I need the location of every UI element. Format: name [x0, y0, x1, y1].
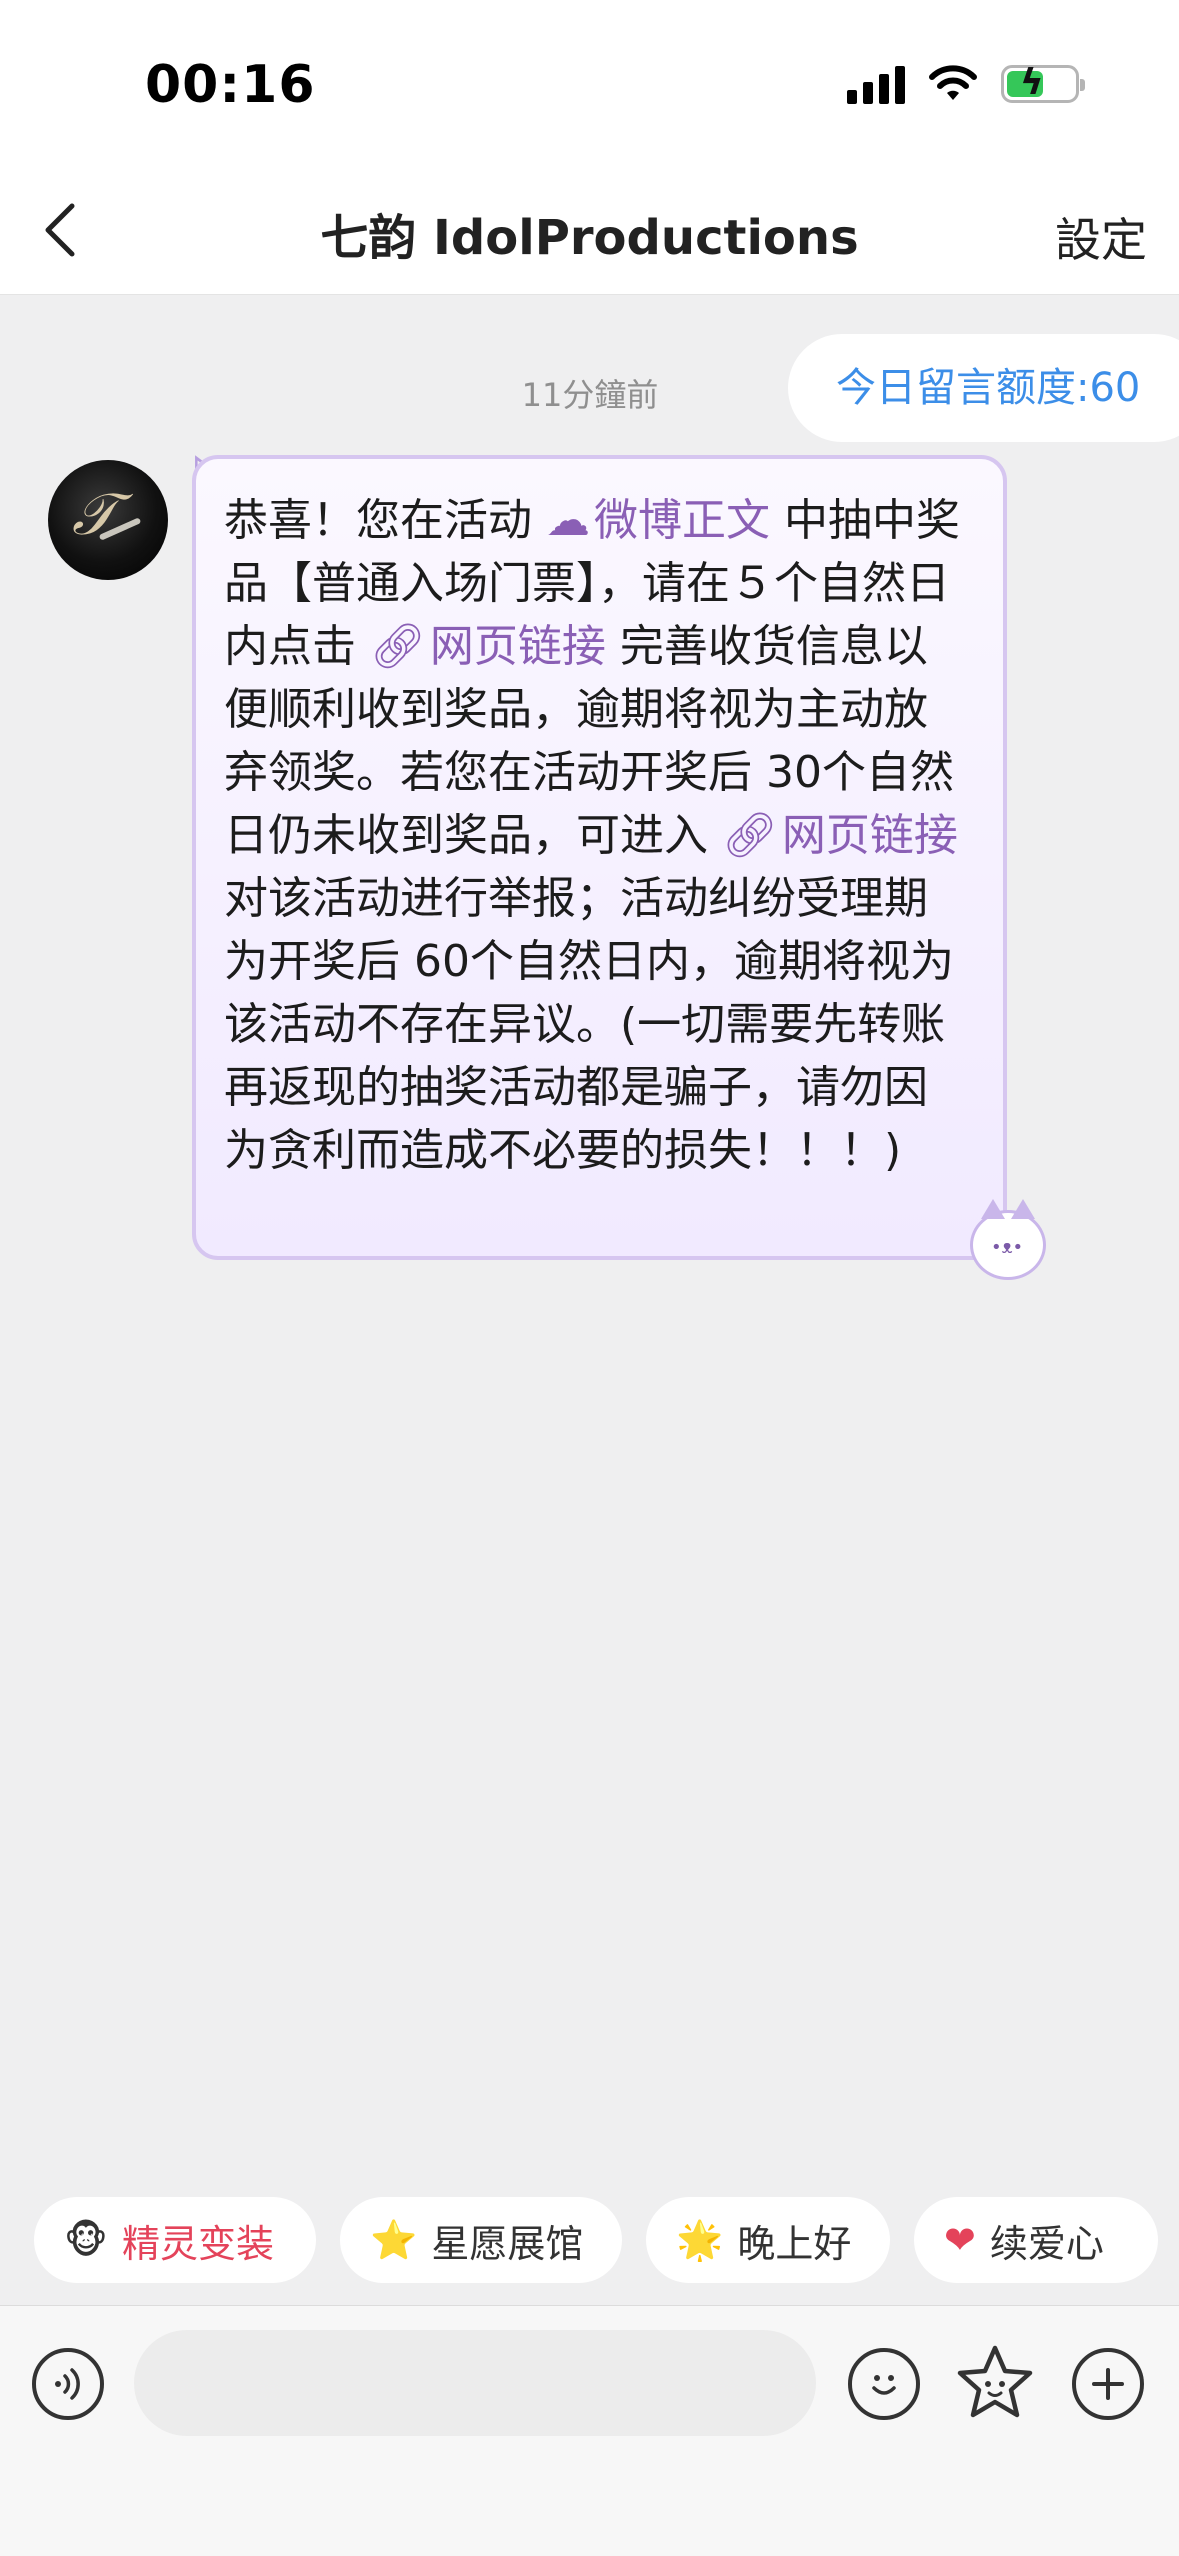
avatar[interactable]: 𝒯 — [48, 460, 168, 580]
quota-badge: 今日留言额度:60 — [788, 334, 1179, 442]
input-bar — [0, 2305, 1179, 2556]
message-text-part: 恭喜！您在活动 — [224, 495, 546, 546]
web-link-report[interactable]: 🔗︎网页链接 — [722, 810, 958, 861]
link-icon: 🔗︎ — [370, 621, 426, 672]
chip-label: 精灵变装 — [121, 2221, 274, 2266]
heart-icon: ❤ — [944, 2218, 976, 2262]
star-face-icon — [957, 2345, 1033, 2418]
emoji-button[interactable] — [848, 2348, 920, 2420]
battery-icon: ϟ — [1001, 62, 1085, 103]
status-time: 00:16 — [145, 55, 316, 115]
chip-label: 晚上好 — [737, 2221, 852, 2266]
chip-renew-heart[interactable]: ❤ 续爱心 — [914, 2197, 1158, 2283]
web-link-claim[interactable]: 🔗︎网页链接 — [370, 621, 620, 672]
status-bar: 00:16 ϟ — [0, 0, 1179, 170]
weibo-post-link[interactable]: ☁微博正文 — [546, 495, 784, 546]
nav-bar: 七韵 IdolProductions 設定 — [0, 170, 1179, 295]
page-title: 七韵 IdolProductions — [320, 210, 859, 266]
message-text: 恭喜！您在活动 ☁微博正文 中抽中奖品【普通入场门票】，请在５个自然日内点击 🔗… — [224, 489, 969, 1182]
elf-mascot-icon: 🐵 — [64, 2218, 108, 2262]
wifi-icon — [929, 65, 977, 100]
message-input[interactable] — [134, 2330, 816, 2436]
smiley-icon — [872, 2375, 896, 2395]
cat-decoration-icon: •ᴥ• — [970, 1199, 1046, 1280]
star-face-icon: 🌟 — [676, 2217, 724, 2262]
star-icon: ⭐ — [370, 2217, 418, 2262]
web-link-report-label: 网页链接 — [781, 810, 958, 861]
message-text-part: 对该活动进行举报；活动纠纷受理期为开奖后 60个自然日内，逾期将视为该活动不存在… — [224, 873, 954, 1176]
voice-icon — [55, 2368, 80, 2400]
chip-label: 星愿展馆 — [431, 2221, 584, 2266]
cloud-icon: ☁ — [546, 495, 590, 546]
link-icon: 🔗︎ — [722, 810, 778, 861]
plus-icon — [1092, 2368, 1124, 2400]
sticker-button[interactable] — [954, 2342, 1036, 2424]
message-timestamp: 11分鐘前 — [521, 376, 659, 414]
avatar-logo-icon: 𝒯 — [72, 480, 117, 548]
status-icons: ϟ — [847, 62, 1085, 104]
chip-label: 续爱心 — [989, 2221, 1104, 2266]
web-link-claim-label: 网页链接 — [429, 621, 606, 672]
weibo-post-link-label: 微博正文 — [594, 495, 770, 546]
chip-star-gallery[interactable]: ⭐ 星愿展馆 — [340, 2197, 622, 2283]
settings-button[interactable]: 設定 — [1055, 204, 1147, 270]
message-bubble: 恭喜！您在活动 ☁微博正文 中抽中奖品【普通入场门票】，请在５个自然日内点击 🔗… — [192, 455, 1007, 1260]
chip-elf-dressup[interactable]: 🐵 精灵变装 — [34, 2197, 316, 2283]
signal-icon — [847, 64, 905, 104]
add-button[interactable] — [1072, 2348, 1144, 2420]
chip-good-evening[interactable]: 🌟 晚上好 — [646, 2197, 890, 2283]
voice-button[interactable] — [32, 2348, 104, 2420]
